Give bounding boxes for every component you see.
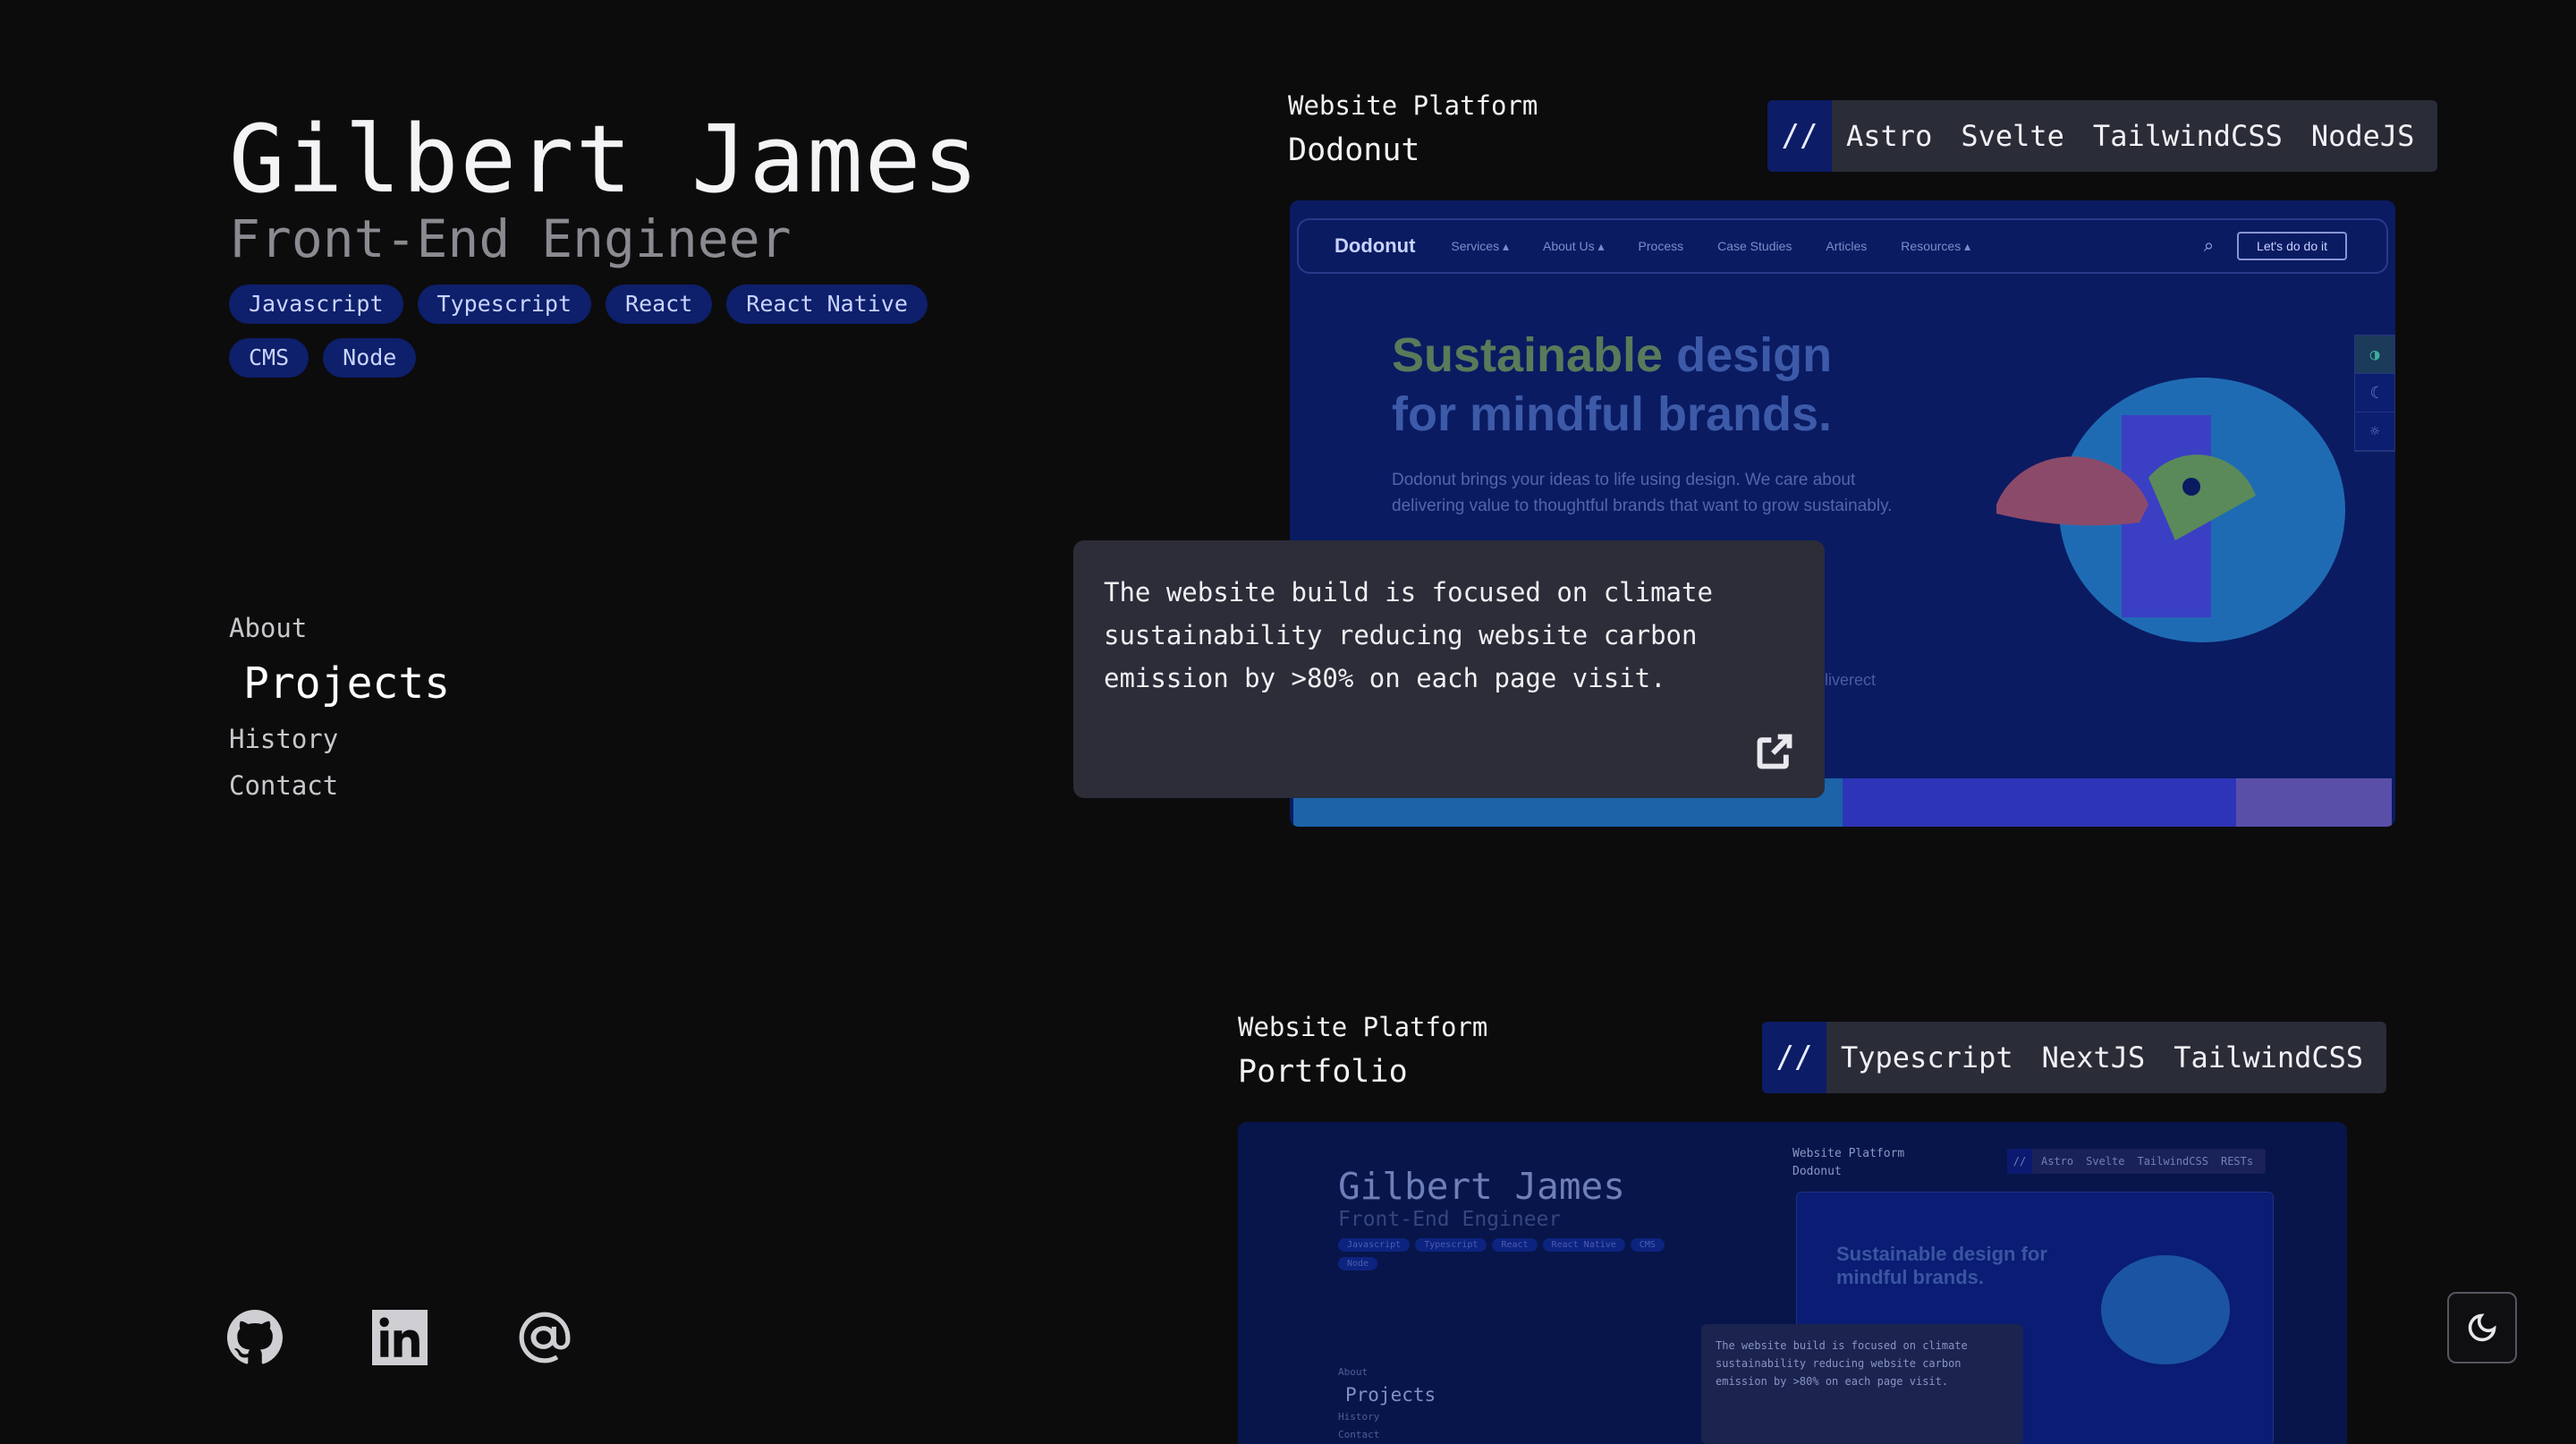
- preview-nav-link: Services ▴: [1451, 238, 1510, 253]
- preview-contrast-icon: ◑: [2355, 336, 2394, 374]
- preview-nav-link: Process: [1638, 239, 1684, 253]
- preview-nav-link: Resources ▴: [1901, 238, 1971, 253]
- preview-nav: About Projects History Contact: [1338, 1366, 1436, 1440]
- external-link-button[interactable]: [1755, 732, 1794, 771]
- linkedin-icon: [372, 1310, 428, 1365]
- moon-icon: [2468, 1313, 2496, 1342]
- nav-item-about[interactable]: About: [229, 605, 450, 651]
- github-link[interactable]: [227, 1310, 283, 1365]
- skill-tags: Javascript Typescript React React Native…: [229, 285, 945, 378]
- project-preview-image[interactable]: Gilbert James Front-End Engineer Javascr…: [1238, 1122, 2347, 1444]
- preview-moon-icon: ☾: [2355, 374, 2394, 412]
- email-link[interactable]: [517, 1310, 572, 1365]
- external-link-icon: [1757, 734, 1792, 769]
- tech-tag: TailwindCSS: [2174, 1041, 2364, 1075]
- preview-card-illustration: [2101, 1255, 2230, 1364]
- tags-prefix: //: [1767, 100, 1832, 172]
- preview-card-title: Website Platform Dodonut: [1792, 1147, 1905, 1178]
- project-category: Website Platform: [1288, 90, 1538, 121]
- preview-cta: Let's do do it: [2237, 232, 2347, 260]
- preview-theme-switcher: ◑ ☾ ☼: [2354, 335, 2395, 452]
- preview-nav-link: About Us ▴: [1543, 238, 1605, 253]
- skill-tag: React Native: [726, 285, 928, 324]
- tech-tag: Svelte: [1961, 119, 2064, 153]
- tech-tag: TailwindCSS: [2092, 119, 2283, 153]
- preview-card-tags: // Astro Svelte TailwindCSS RESTs: [2007, 1149, 2267, 1174]
- preview-skill-tags: Javascript Typescript React React Native…: [1338, 1238, 1678, 1270]
- skill-tag: CMS: [229, 338, 309, 378]
- preview-search-icon: ⌕: [2203, 235, 2215, 256]
- preview-card-headline: Sustainable design for mindful brands.: [1836, 1243, 2047, 1288]
- tech-tag: NextJS: [2041, 1041, 2146, 1075]
- skill-tag: React: [606, 285, 713, 324]
- nav-item-history[interactable]: History: [229, 716, 450, 762]
- github-icon: [227, 1310, 283, 1364]
- preview-logo: Dodonut: [1335, 234, 1416, 257]
- profile-role: Front-End Engineer: [229, 208, 792, 269]
- project-title-block: Website Platform Portfolio: [1238, 1009, 1487, 1093]
- tags-prefix: //: [1762, 1022, 1826, 1093]
- preview-headline: Sustainable design for mindful brands.: [1392, 328, 1833, 441]
- project-description-card: The website build is focused on climate …: [1073, 540, 1825, 798]
- profile-name: Gilbert James: [229, 105, 980, 214]
- preview-bird-illustration: [1996, 378, 2345, 642]
- project-description: The website build is focused on climate …: [1104, 577, 1713, 693]
- preview-profile-name: Gilbert James: [1338, 1165, 1625, 1208]
- preview-profile-role: Front-End Engineer: [1338, 1208, 1562, 1231]
- skill-tag: Javascript: [229, 285, 403, 324]
- preview-body: Dodonut brings your ideas to life using …: [1392, 471, 1893, 515]
- project-title-block: Website Platform Dodonut: [1288, 88, 1538, 172]
- preview-navbar: Dodonut Services ▴ About Us ▴ Process Ca…: [1297, 218, 2388, 274]
- skill-tag: Typescript: [417, 285, 592, 324]
- preview-card-description: The website build is focused on climate …: [1701, 1324, 2023, 1444]
- preview-nav-link: Articles: [1826, 239, 1868, 253]
- social-links: [227, 1310, 572, 1365]
- project-tech-tags: // Typescript NextJS TailwindCSS: [1762, 1022, 2387, 1093]
- preview-sun-icon: ☼: [2355, 412, 2394, 451]
- preview-nav-link: Case Studies: [1717, 239, 1792, 253]
- nav-item-contact[interactable]: Contact: [229, 762, 450, 809]
- linkedin-link[interactable]: [372, 1310, 428, 1365]
- project-category: Website Platform: [1238, 1012, 1488, 1042]
- skill-tag: Node: [323, 338, 417, 378]
- project-name: Dodonut: [1288, 132, 1420, 168]
- nav-item-projects[interactable]: Projects: [229, 651, 450, 716]
- tech-tag: NodeJS: [2310, 119, 2415, 153]
- project-tech-tags: // Astro Svelte TailwindCSS NodeJS: [1767, 100, 2438, 172]
- theme-toggle-button[interactable]: [2447, 1292, 2517, 1363]
- section-nav: About Projects History Contact: [229, 605, 450, 809]
- tech-tag: Astro: [1846, 119, 1933, 153]
- tech-tag: Typescript: [1841, 1041, 2013, 1075]
- at-sign-icon: [519, 1312, 571, 1363]
- project-name: Portfolio: [1238, 1054, 1408, 1090]
